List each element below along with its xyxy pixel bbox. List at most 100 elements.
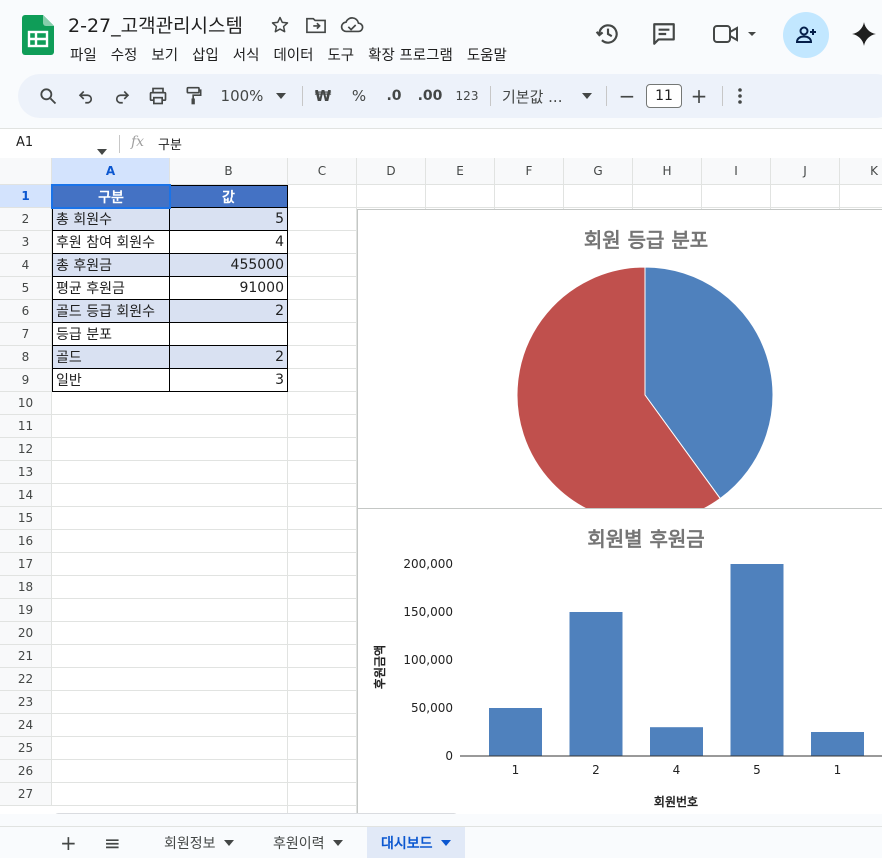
bar-chart[interactable]: 회원별 후원금 0 50,000 100,000 150,000 200,000 1 2 4 5… <box>357 508 882 814</box>
move-folder-icon[interactable] <box>305 15 327 39</box>
row-header-4[interactable]: 4 <box>0 254 52 277</box>
name-box[interactable]: A1 <box>16 135 33 150</box>
increase-decimal-button[interactable]: .00 <box>416 74 444 118</box>
font-size-input[interactable]: 11 <box>646 84 682 108</box>
column-header-b[interactable]: B <box>170 158 288 185</box>
row-header-5[interactable]: 5 <box>0 277 52 300</box>
sheet-tab-dropdown-icon[interactable] <box>332 840 343 846</box>
cell-a7[interactable]: 등급 분포 <box>52 323 170 346</box>
row-header-23[interactable]: 23 <box>0 691 52 714</box>
cell-a6[interactable]: 골드 등급 회원수 <box>52 300 170 323</box>
bar[interactable] <box>650 727 703 756</box>
menu-help[interactable]: 도움말 <box>467 44 507 64</box>
row-header-21[interactable]: 21 <box>0 645 52 668</box>
undo-icon[interactable] <box>74 74 98 118</box>
row-header-9[interactable]: 9 <box>0 369 52 392</box>
history-icon[interactable] <box>595 21 621 51</box>
print-icon[interactable] <box>146 74 170 118</box>
cell-b3[interactable]: 4 <box>170 231 288 254</box>
horizontal-scrollbar[interactable] <box>54 813 458 814</box>
column-header-g[interactable]: G <box>564 158 633 185</box>
increase-font-size-button[interactable]: + <box>688 74 710 118</box>
cell-a3[interactable]: 후원 참여 회원수 <box>52 231 170 254</box>
row-header-14[interactable]: 14 <box>0 484 52 507</box>
font-family-select[interactable]: 기본값 ... <box>502 74 572 118</box>
more-options-icon[interactable] <box>730 74 750 118</box>
document-title[interactable]: 2-27_고객관리시스템 <box>68 11 243 38</box>
cell-b6[interactable]: 2 <box>170 300 288 323</box>
menu-file[interactable]: 파일 <box>70 44 97 64</box>
bar[interactable] <box>569 612 623 756</box>
column-header-e[interactable]: E <box>426 158 495 185</box>
row-header-7[interactable]: 7 <box>0 323 52 346</box>
cell-b7[interactable] <box>170 323 288 346</box>
column-header-h[interactable]: H <box>633 158 702 185</box>
decrease-decimal-button[interactable]: .0 <box>380 74 408 118</box>
row-header-3[interactable]: 3 <box>0 231 52 254</box>
menu-format[interactable]: 서식 <box>233 44 260 64</box>
row-header-27[interactable]: 27 <box>0 783 52 806</box>
column-header-c[interactable]: C <box>288 158 357 185</box>
name-box-dropdown-icon[interactable] <box>97 140 107 159</box>
column-header-i[interactable]: I <box>702 158 771 185</box>
column-header-j[interactable]: J <box>771 158 840 185</box>
column-header-f[interactable]: F <box>495 158 564 185</box>
menu-insert[interactable]: 삽입 <box>192 44 219 64</box>
menu-view[interactable]: 보기 <box>151 44 178 64</box>
formula-input[interactable]: 구분 <box>158 134 182 153</box>
sheet-tab[interactable]: 회원정보 <box>152 827 246 858</box>
row-header-15[interactable]: 15 <box>0 507 52 530</box>
zoom-select[interactable]: 100% <box>218 74 266 118</box>
row-header-1[interactable]: 1 <box>0 185 52 208</box>
search-icon[interactable] <box>36 74 60 118</box>
sheet-grid[interactable]: ABCDEFGHIJK 1 2 3 4 5 6 7 8 9 10 11 12 13 14 15 16 17 18 1… <box>0 158 882 814</box>
bar[interactable] <box>730 564 784 756</box>
cell-a1[interactable]: 구분 <box>52 185 170 208</box>
meet-video-icon[interactable] <box>712 22 760 50</box>
cell-b5[interactable]: 91000 <box>170 277 288 300</box>
row-header-2[interactable]: 2 <box>0 208 52 231</box>
column-header-a[interactable]: A <box>52 158 170 185</box>
row-header-20[interactable]: 20 <box>0 622 52 645</box>
add-sheet-icon[interactable]: + <box>60 827 77 858</box>
percent-format-button[interactable]: % <box>348 74 370 118</box>
share-button[interactable] <box>783 12 829 58</box>
menu-edit[interactable]: 수정 <box>111 44 138 64</box>
row-header-16[interactable]: 16 <box>0 530 52 553</box>
currency-format-button[interactable]: ₩ <box>312 74 334 118</box>
column-header-k[interactable]: K <box>840 158 882 185</box>
zoom-dropdown-icon[interactable] <box>274 74 288 118</box>
sheets-logo-icon[interactable] <box>22 15 54 55</box>
row-header-25[interactable]: 25 <box>0 737 52 760</box>
sheet-tab[interactable]: 후원이력 <box>261 827 355 858</box>
row-header-10[interactable]: 10 <box>0 392 52 415</box>
row-header-18[interactable]: 18 <box>0 576 52 599</box>
bar[interactable] <box>489 708 542 756</box>
cloud-status-icon[interactable] <box>340 15 364 39</box>
cell-a2[interactable]: 총 회원수 <box>52 208 170 231</box>
row-header-12[interactable]: 12 <box>0 438 52 461</box>
gemini-spark-icon[interactable] <box>851 21 877 51</box>
cell-a4[interactable]: 총 후원금 <box>52 254 170 277</box>
row-header-19[interactable]: 19 <box>0 599 52 622</box>
paint-format-icon[interactable] <box>182 74 206 118</box>
sheet-tab-dropdown-icon[interactable] <box>440 840 451 846</box>
bar[interactable] <box>811 732 864 756</box>
decrease-font-size-button[interactable]: − <box>616 74 638 118</box>
number-format-button[interactable]: 123 <box>454 74 480 118</box>
row-header-13[interactable]: 13 <box>0 461 52 484</box>
row-header-26[interactable]: 26 <box>0 760 52 783</box>
row-header-22[interactable]: 22 <box>0 668 52 691</box>
row-header-11[interactable]: 11 <box>0 415 52 438</box>
pie-chart[interactable]: 회원 등급 분포 <box>357 209 882 510</box>
cell-b8[interactable]: 2 <box>170 346 288 369</box>
row-header-8[interactable]: 8 <box>0 346 52 369</box>
row-header-6[interactable]: 6 <box>0 300 52 323</box>
cell-a9[interactable]: 일반 <box>52 369 170 392</box>
sheet-tab-dropdown-icon[interactable] <box>223 840 234 846</box>
menu-extensions[interactable]: 확장 프로그램 <box>368 44 453 64</box>
select-all-corner[interactable] <box>0 158 52 185</box>
cell-a5[interactable]: 평균 후원금 <box>52 277 170 300</box>
comment-icon[interactable] <box>651 21 677 51</box>
star-icon[interactable] <box>270 15 290 39</box>
